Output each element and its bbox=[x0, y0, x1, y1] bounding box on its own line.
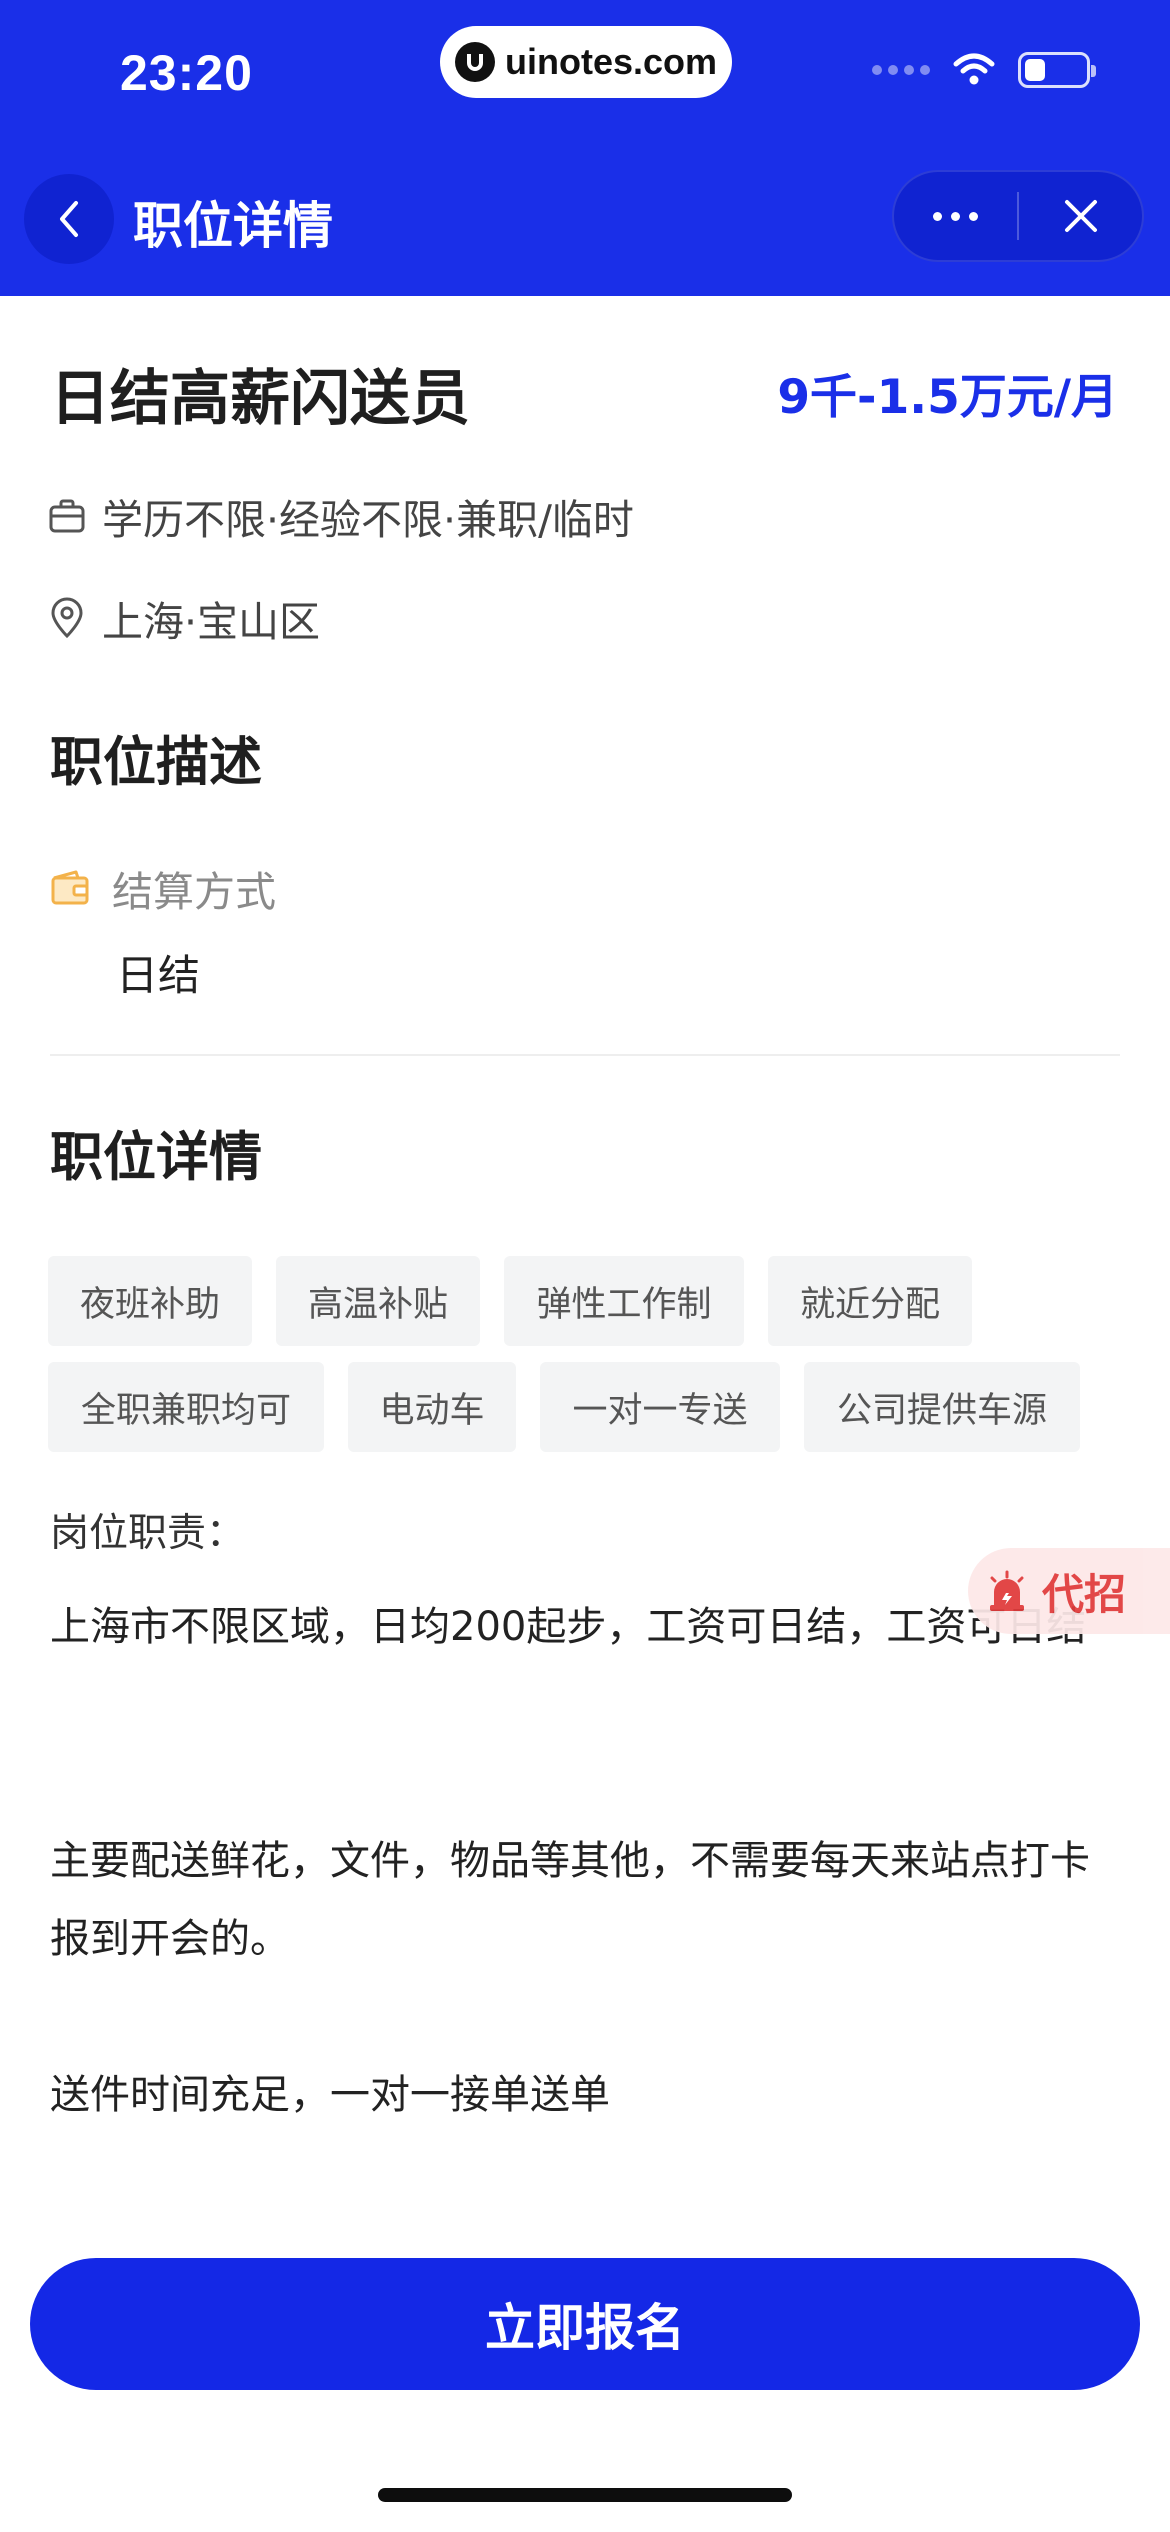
home-indicator[interactable] bbox=[378, 2488, 792, 2502]
miniprogram-capsule bbox=[892, 170, 1144, 262]
duty-paragraph: 送件时间充足，一对一接单送单 bbox=[50, 2072, 610, 2118]
battery-icon bbox=[1018, 52, 1096, 88]
wallet-icon bbox=[51, 870, 89, 905]
back-button[interactable] bbox=[24, 174, 114, 264]
requirements-text: 学历不限·经验不限·兼职/临时 bbox=[102, 496, 634, 544]
location-text: 上海·宝山区 bbox=[102, 598, 321, 646]
tag-item: 高温补贴 bbox=[276, 1256, 480, 1346]
chevron-left-icon bbox=[60, 201, 78, 237]
settlement-value: 日结 bbox=[116, 951, 201, 1000]
wifi-icon bbox=[953, 53, 995, 85]
tag-item: 弹性工作制 bbox=[504, 1256, 744, 1346]
agent-recruit-label: 代招 bbox=[1042, 1569, 1127, 1619]
watermark-pill: uinotes.com bbox=[440, 26, 732, 98]
description-heading: 职位描述 bbox=[50, 732, 262, 793]
duty-paragraph: 上海市不限区域，日均200起步，工资可日结，工资可日结 bbox=[50, 1604, 1087, 1650]
status-time: 23:20 bbox=[120, 45, 253, 101]
page-title: 职位详情 bbox=[133, 197, 333, 255]
tag-item: 一对一专送 bbox=[540, 1362, 780, 1452]
duty-paragraph: 主要配送鲜花，文件，物品等其他，不需要每天来站点打卡报到开会的。 bbox=[50, 1838, 1090, 1962]
more-button[interactable] bbox=[894, 172, 1017, 260]
status-icons bbox=[872, 52, 1096, 88]
close-button[interactable] bbox=[1019, 172, 1142, 260]
location-row: 上海·宝山区 bbox=[48, 588, 320, 648]
section-divider bbox=[50, 1054, 1120, 1056]
alarm-siren-icon bbox=[990, 1570, 1024, 1611]
watermark-text: uinotes.com bbox=[504, 41, 718, 82]
job-title: 日结高薪闪送员 bbox=[50, 364, 470, 434]
signup-button[interactable]: 立即报名 bbox=[30, 2258, 1140, 2390]
details-heading: 职位详情 bbox=[50, 1127, 262, 1188]
settlement-label: 结算方式 bbox=[112, 868, 276, 916]
briefcase-icon bbox=[49, 499, 85, 533]
settlement-label-row: 结算方式 bbox=[50, 858, 276, 918]
close-icon bbox=[1064, 200, 1097, 232]
signal-icon bbox=[872, 65, 930, 75]
tag-item: 全职兼职均可 bbox=[48, 1362, 324, 1452]
salary-range: 9千-1.5万元/月 bbox=[777, 370, 1118, 425]
tag-item: 电动车 bbox=[348, 1362, 516, 1452]
tag-item: 公司提供车源 bbox=[804, 1362, 1080, 1452]
agent-recruit-badge[interactable]: 代招 bbox=[968, 1548, 1170, 1634]
location-pin-icon bbox=[51, 597, 83, 639]
uinotes-logo-icon bbox=[454, 42, 495, 82]
app-header: 23:20 uinotes.com 职位详情 bbox=[0, 0, 1170, 296]
tag-item: 就近分配 bbox=[768, 1256, 972, 1346]
requirements-row: 学历不限·经验不限·兼职/临时 bbox=[48, 486, 634, 546]
more-dots-icon bbox=[933, 211, 978, 221]
tag-item: 夜班补助 bbox=[48, 1256, 252, 1346]
duty-label: 岗位职责： bbox=[50, 1511, 246, 1556]
